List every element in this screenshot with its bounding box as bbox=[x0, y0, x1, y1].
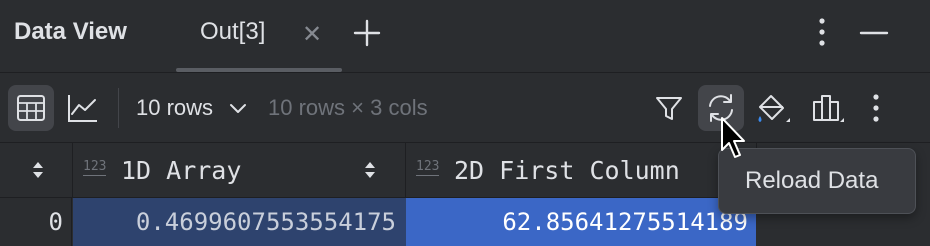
toolbar-separator bbox=[118, 88, 119, 128]
sort-icon bbox=[365, 162, 375, 178]
table-view-button[interactable] bbox=[8, 85, 54, 131]
chart-view-button[interactable] bbox=[60, 85, 106, 131]
more-options-icon[interactable] bbox=[808, 14, 836, 50]
filter-icon[interactable] bbox=[650, 88, 688, 128]
table-icon bbox=[17, 95, 45, 121]
numeric-type-icon: 123 bbox=[416, 159, 440, 176]
tooltip-text: Reload Data bbox=[745, 167, 879, 194]
columns-icon[interactable] bbox=[806, 88, 846, 128]
rows-dropdown[interactable]: 10 rows bbox=[136, 95, 213, 121]
table-cell[interactable]: 0.4699607553554175 bbox=[73, 198, 406, 246]
line-chart-icon bbox=[68, 95, 97, 122]
column-name: 2D First Column bbox=[454, 156, 680, 185]
selected-table-cell[interactable]: 62.85641275514189 bbox=[406, 198, 756, 246]
column-header-1d-array[interactable]: 123 1D Array bbox=[73, 143, 406, 198]
numeric-type-icon: 123 bbox=[83, 159, 107, 176]
plus-icon[interactable] bbox=[352, 18, 382, 48]
row-index: 0 bbox=[0, 198, 72, 246]
tab-out3[interactable]: Out[3] bbox=[200, 18, 265, 46]
tab-close-icon[interactable]: ✕ bbox=[302, 20, 322, 49]
index-column-header[interactable] bbox=[0, 143, 73, 198]
column-header-2d-first-column[interactable]: 123 2D First Column bbox=[406, 143, 757, 198]
table-dimensions: 10 rows × 3 cols bbox=[268, 95, 428, 120]
column-name: 1D Array bbox=[121, 156, 242, 185]
paint-bucket-icon[interactable] bbox=[752, 88, 792, 128]
panel-title: Data View bbox=[14, 18, 127, 45]
mouse-cursor-icon bbox=[718, 116, 750, 162]
minimize-icon[interactable] bbox=[858, 18, 890, 48]
panel-header bbox=[0, 0, 930, 72]
sort-icon bbox=[33, 162, 43, 178]
toolbar-more-icon[interactable] bbox=[862, 88, 890, 128]
chevron-down-icon[interactable] bbox=[228, 98, 248, 118]
